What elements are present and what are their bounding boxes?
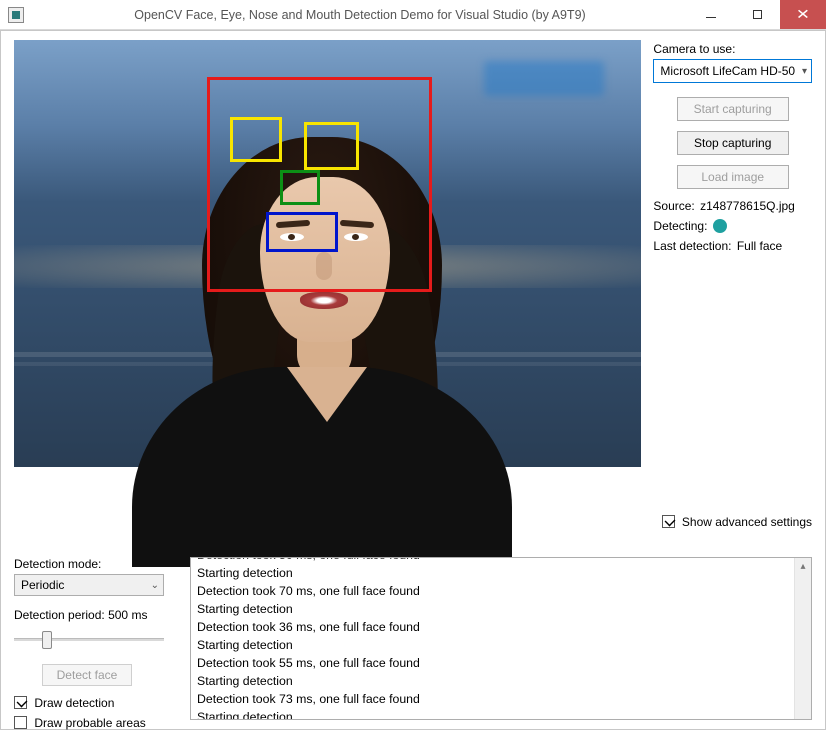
log-line: Detection took 50 ms, one full face foun… xyxy=(197,557,793,564)
advanced-settings-checkbox[interactable] xyxy=(662,515,675,528)
log-line: Starting detection xyxy=(197,564,793,582)
detect-face-button[interactable]: Detect face xyxy=(42,664,132,686)
left-eye-detection-box xyxy=(230,117,282,162)
titlebar: OpenCV Face, Eye, Nose and Mouth Detecti… xyxy=(0,0,826,30)
log-line: Detection took 73 ms, one full face foun… xyxy=(197,690,793,708)
source-label: Source: xyxy=(653,199,694,213)
draw-probable-label: Draw probable areas xyxy=(34,716,145,730)
detection-mode-select[interactable]: Periodic ⌄ xyxy=(14,574,164,596)
minimize-button[interactable] xyxy=(688,0,734,29)
chevron-down-icon: ▾ xyxy=(802,66,807,77)
draw-detection-row[interactable]: Draw detection xyxy=(14,696,174,710)
advanced-settings-label: Show advanced settings xyxy=(682,515,812,529)
draw-probable-row[interactable]: Draw probable areas xyxy=(14,716,174,730)
right-eye-detection-box xyxy=(304,122,359,170)
source-value: z148778615Q.jpg xyxy=(700,199,795,213)
stop-capturing-button[interactable]: Stop capturing xyxy=(677,131,789,155)
detection-period-slider[interactable] xyxy=(14,628,164,650)
log-line: Detection took 36 ms, one full face foun… xyxy=(197,618,793,636)
last-detection-value: Full face xyxy=(737,239,782,253)
log-output[interactable]: Detection took 50 ms, one full face foun… xyxy=(190,557,812,720)
detection-mode-label: Detection mode: xyxy=(14,557,174,571)
chevron-down-icon: ⌄ xyxy=(151,580,159,591)
camera-label: Camera to use: xyxy=(653,42,812,56)
maximize-button[interactable] xyxy=(734,0,780,29)
log-line: Starting detection xyxy=(197,636,793,654)
log-line: Starting detection xyxy=(197,600,793,618)
camera-select[interactable]: Microsoft LifeCam HD-50 ▾ xyxy=(653,59,812,83)
nose-detection-box xyxy=(280,170,320,205)
load-image-button[interactable]: Load image xyxy=(677,165,789,189)
detection-period-label: Detection period: 500 ms xyxy=(14,608,174,622)
detection-mode-value: Periodic xyxy=(21,578,64,592)
draw-detection-checkbox[interactable] xyxy=(14,696,27,709)
draw-detection-label: Draw detection xyxy=(34,696,114,710)
start-capturing-button[interactable]: Start capturing xyxy=(677,97,789,121)
window-title: OpenCV Face, Eye, Nose and Mouth Detecti… xyxy=(32,8,688,22)
log-line: Detection took 55 ms, one full face foun… xyxy=(197,654,793,672)
side-panel: Camera to use: Microsoft LifeCam HD-50 ▾… xyxy=(653,40,812,467)
close-button[interactable]: ✕ xyxy=(780,0,826,29)
settings-panel: Detection mode: Periodic ⌄ Detection per… xyxy=(14,557,174,720)
last-detection-label: Last detection: xyxy=(653,239,731,253)
log-line: Detection took 70 ms, one full face foun… xyxy=(197,582,793,600)
mouth-detection-box xyxy=(266,212,338,252)
advanced-settings-row[interactable]: Show advanced settings xyxy=(662,515,812,529)
camera-select-value: Microsoft LifeCam HD-50 xyxy=(660,64,795,78)
window-controls: ✕ xyxy=(688,0,826,29)
log-line: Starting detection xyxy=(197,708,793,720)
video-preview xyxy=(14,40,641,467)
scroll-up-icon[interactable]: ▴ xyxy=(795,558,811,575)
detecting-label: Detecting: xyxy=(653,219,707,233)
detecting-indicator xyxy=(713,219,727,233)
app-icon xyxy=(8,7,24,23)
slider-thumb[interactable] xyxy=(42,631,52,649)
scrollbar[interactable]: ▴ xyxy=(794,558,811,719)
draw-probable-checkbox[interactable] xyxy=(14,716,27,729)
log-line: Starting detection xyxy=(197,672,793,690)
